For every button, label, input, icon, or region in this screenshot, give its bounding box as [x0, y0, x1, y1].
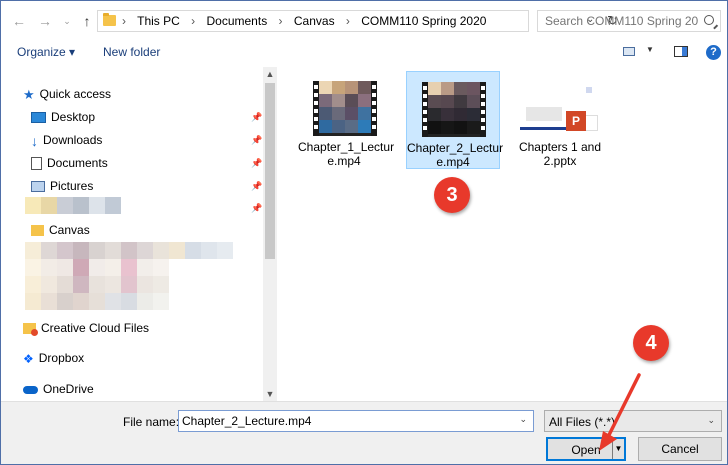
file-name-line1: Chapter_1_Lectur — [298, 140, 395, 154]
view-dropdown-icon[interactable]: ▼ — [646, 45, 654, 54]
file-open-dialog: ← → ⌄ ↑ › This PC › Documents › Canvas ›… — [0, 0, 728, 465]
file-name-line1: Chapters 1 and — [518, 140, 602, 154]
file-name-line2: e.mp4 — [327, 154, 361, 168]
powerpoint-file-icon: P — [516, 87, 598, 135]
back-arrow-icon[interactable]: ← — [11, 13, 27, 29]
step-3-badge: 3 — [434, 177, 470, 213]
address-box[interactable]: › This PC › Documents › Canvas › COMM110… — [97, 10, 618, 32]
file-item-chapter2[interactable]: Chapter_2_Lectur e.mp4 — [406, 71, 503, 169]
nav-onedrive-label: OneDrive — [43, 382, 94, 396]
open-button[interactable]: Open ▼ — [546, 437, 626, 461]
video-thumbnail-icon — [422, 82, 486, 137]
breadcrumb: › This PC › Documents › Canvas › COMM110… — [122, 14, 487, 28]
bottom-panel: File name: ⌄ All Files (*.*) ⌄ Open ▼ Ca… — [1, 401, 727, 464]
nav-desktop[interactable]: Desktop — [31, 108, 95, 126]
redacted-item — [25, 197, 121, 214]
file-name-label: Chapter_1_Lectur e.mp4 — [298, 140, 394, 168]
downloads-icon: ↓ — [31, 132, 38, 149]
folder-icon — [31, 225, 44, 237]
breadcrumb-comm110[interactable]: COMM110 Spring 2020 — [361, 14, 486, 28]
nav-documents-label: Documents — [47, 156, 108, 170]
nav-scrollbar[interactable]: ▲ ▼ — [263, 67, 277, 401]
search-icon — [704, 15, 714, 25]
file-name-combobox[interactable]: ⌄ — [178, 410, 534, 432]
onedrive-icon — [23, 385, 38, 394]
dropbox-icon: ❖ — [23, 351, 34, 366]
video-thumbnail-icon — [313, 81, 377, 136]
scroll-thumb[interactable] — [265, 83, 275, 259]
folder-icon — [103, 13, 116, 26]
nav-quick-access-label: Quick access — [39, 87, 112, 101]
redacted-item — [25, 259, 169, 276]
nav-creative-cloud[interactable]: Creative Cloud Files — [23, 319, 149, 337]
nav-downloads[interactable]: ↓ Downloads — [31, 131, 102, 149]
nav-dropbox-label: Dropbox — [38, 351, 85, 365]
step-4-badge: 4 — [633, 325, 669, 361]
pin-icon[interactable]: 📌 — [251, 135, 262, 146]
pin-icon[interactable]: 📌 — [251, 158, 262, 169]
scroll-down-icon[interactable]: ▼ — [263, 387, 277, 401]
breadcrumb-documents[interactable]: Documents — [207, 14, 268, 28]
pin-icon[interactable]: 📌 — [251, 112, 262, 123]
redacted-item — [25, 242, 233, 259]
creative-cloud-icon — [23, 323, 38, 337]
address-bar-row: ← → ⌄ ↑ › This PC › Documents › Canvas ›… — [1, 1, 727, 41]
organize-button[interactable]: Organize ▾ — [17, 45, 75, 59]
scroll-up-icon[interactable]: ▲ — [263, 67, 277, 81]
file-name-line2: 2.pptx — [543, 154, 577, 168]
nav-pictures[interactable]: Pictures — [31, 177, 93, 195]
forward-arrow-icon[interactable]: → — [37, 13, 53, 29]
toolbar: Organize ▾ New folder ▼ ? — [1, 41, 727, 65]
documents-icon — [31, 157, 42, 171]
chevron-down-icon[interactable]: ⌄ — [519, 414, 527, 425]
search-input[interactable] — [538, 11, 698, 31]
nav-desktop-label: Desktop — [51, 110, 96, 124]
file-name-line2: e.mp4 — [436, 155, 470, 169]
chevron-down-icon[interactable]: ⌄ — [707, 415, 715, 426]
pin-icon[interactable]: 📌 — [251, 181, 262, 192]
view-options-icon[interactable] — [623, 47, 635, 56]
file-type-value: All Files (*.*) — [549, 415, 616, 429]
redacted-item — [25, 276, 169, 293]
file-name-line1: Chapter_2_Lectur — [407, 141, 504, 155]
nav-downloads-label: Downloads — [43, 133, 103, 147]
open-split-dropdown-icon[interactable]: ▼ — [612, 439, 624, 459]
nav-canvas-label: Canvas — [49, 223, 90, 237]
nav-onedrive[interactable]: OneDrive — [23, 380, 94, 398]
up-arrow-icon[interactable]: ↑ — [79, 13, 95, 29]
preview-pane-icon[interactable] — [674, 46, 688, 57]
pictures-icon — [31, 181, 45, 193]
file-item-pptx[interactable]: P Chapters 1 and 2.pptx — [514, 71, 608, 169]
nav-dropbox[interactable]: ❖ Dropbox — [23, 349, 84, 367]
file-name-label: Chapter_2_Lectur e.mp4 — [407, 141, 503, 169]
recent-locations-chevron-icon[interactable]: ⌄ — [59, 13, 75, 29]
pin-icon[interactable]: 📌 — [251, 203, 262, 214]
nav-canvas[interactable]: Canvas — [31, 221, 90, 239]
file-item-chapter1[interactable]: Chapter_1_Lectur e.mp4 — [298, 71, 394, 169]
help-icon[interactable]: ? — [706, 45, 721, 60]
nav-quick-access[interactable]: ★ Quick access — [23, 85, 111, 103]
file-name-label: Chapters 1 and 2.pptx — [514, 140, 606, 168]
open-button-label: Open — [571, 443, 601, 457]
navigation-pane: ★ Quick access Desktop 📌 ↓ Downloads 📌 Doc… — [1, 65, 277, 401]
search-box[interactable] — [537, 10, 721, 32]
nav-documents[interactable]: Documents — [31, 154, 108, 172]
breadcrumb-canvas[interactable]: Canvas — [294, 14, 335, 28]
file-type-filter[interactable]: All Files (*.*) ⌄ — [544, 410, 722, 432]
nav-pictures-label: Pictures — [50, 179, 94, 193]
file-name-input[interactable] — [179, 411, 509, 431]
redacted-item — [25, 293, 169, 310]
breadcrumb-this-pc[interactable]: This PC — [137, 14, 180, 28]
cancel-button[interactable]: Cancel — [638, 437, 722, 461]
file-name-label: File name: — [123, 415, 180, 429]
star-icon: ★ — [23, 86, 35, 102]
nav-creative-cloud-label: Creative Cloud Files — [41, 321, 150, 335]
desktop-icon — [31, 112, 46, 124]
new-folder-button[interactable]: New folder — [103, 45, 160, 59]
